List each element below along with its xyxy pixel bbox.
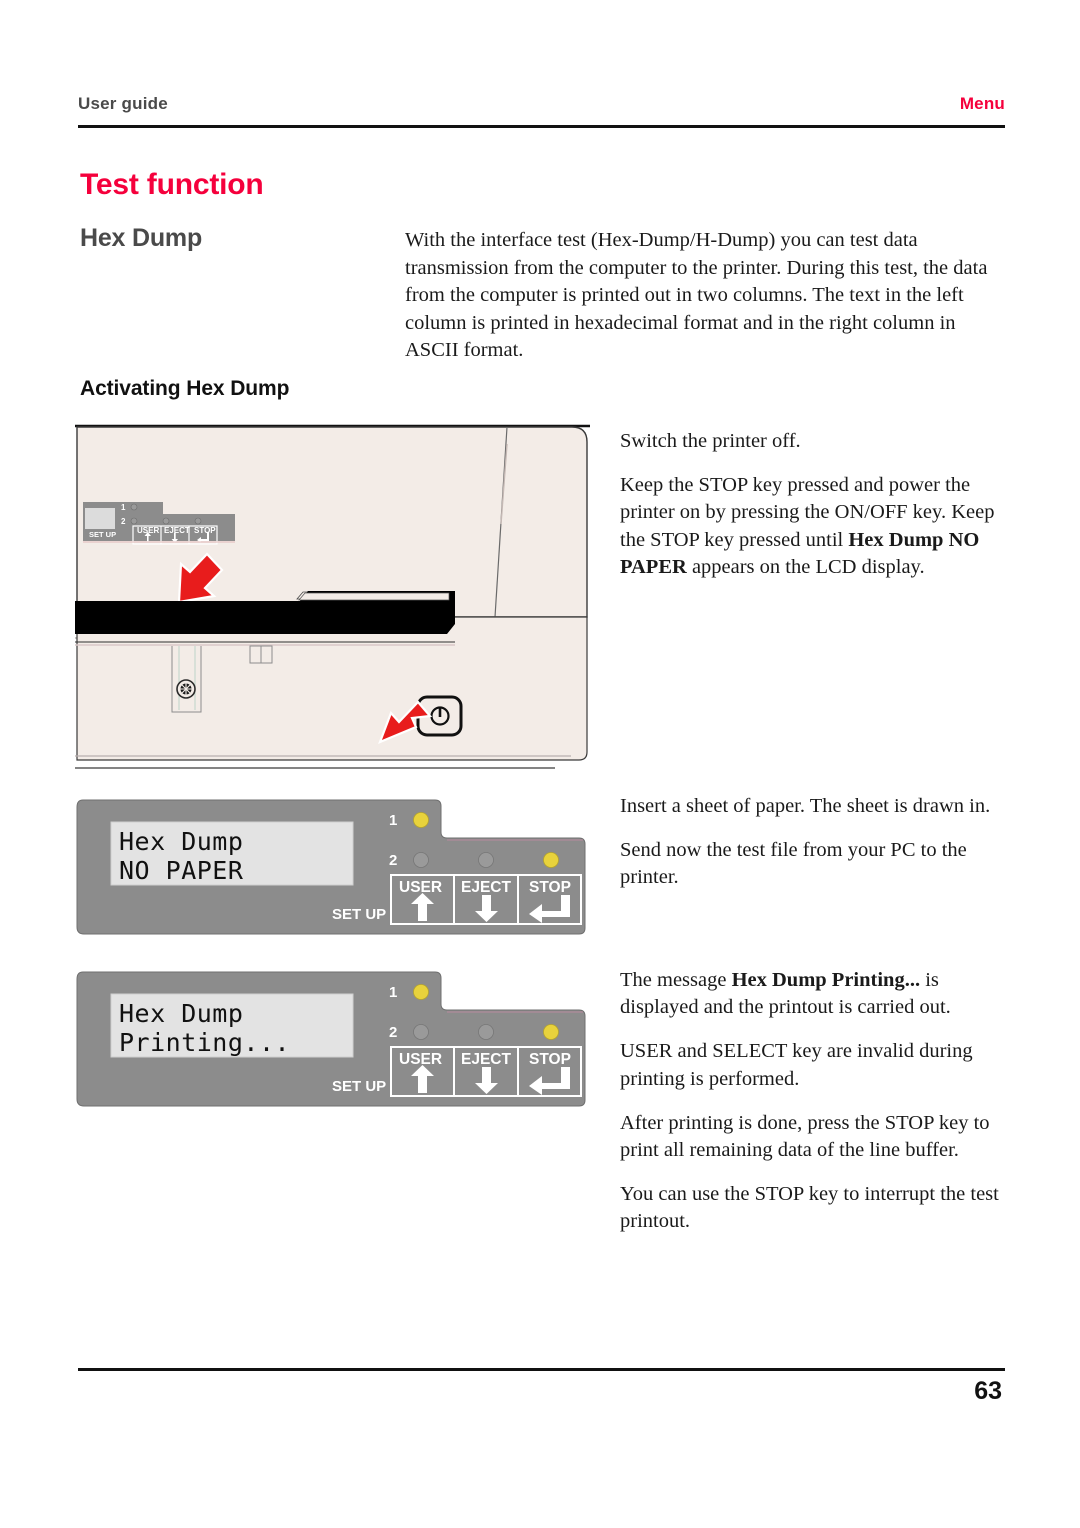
step-text-c-bold: Hex Dump Printing... <box>731 969 921 991</box>
key-stop-label: STOP <box>529 1051 571 1068</box>
paper-guide <box>171 646 202 713</box>
lcd-line-2: NO PAPER <box>119 856 244 885</box>
printer-setup-label: SET UP <box>89 530 116 539</box>
printer-key-stop: STOP <box>194 526 216 535</box>
led-eject <box>478 1024 494 1040</box>
printer-panel-lcd <box>85 508 115 529</box>
led-row-2-label: 2 <box>389 852 397 869</box>
printer-led-eject <box>162 517 170 525</box>
led-stop <box>543 852 559 868</box>
footer-rule <box>78 1368 1005 1371</box>
page-number: 63 <box>974 1377 1002 1405</box>
step-keep-stop-pressed: Keep the STOP key pressed and power the … <box>620 472 1010 581</box>
steps-group-a: Switch the printer off. Keep the STOP ke… <box>620 428 1010 598</box>
printer-led-stop <box>194 517 202 525</box>
key-eject-label: EJECT <box>461 1051 511 1068</box>
step-insert-sheet: Insert a sheet of paper. The sheet is dr… <box>620 795 991 817</box>
setup-label: SET UP <box>332 906 386 923</box>
printer-led-2 <box>130 517 138 525</box>
led-row-1-label: 1 <box>389 812 397 829</box>
lcd-line-1: Hex Dump <box>119 827 243 856</box>
step-message-printing: The message Hex Dump Printing... is disp… <box>620 967 1010 1021</box>
printer-led-row-1-label: 1 <box>121 503 126 512</box>
lcd-line-2: Printing... <box>119 1028 290 1057</box>
steps-group-c: The message Hex Dump Printing... is disp… <box>620 967 1010 1253</box>
printer-led-1 <box>130 503 138 511</box>
printer-led-row-2-label: 2 <box>121 517 126 526</box>
step-text-a-part2: appears on the LCD display. <box>686 555 925 578</box>
setup-label: SET UP <box>332 1078 386 1095</box>
led-stop <box>543 1024 559 1040</box>
subsection-heading: Activating Hex Dump <box>80 377 290 400</box>
printer-key-eject: EJECT <box>164 526 190 535</box>
led-eject <box>478 852 494 868</box>
printer-lower-shell <box>76 616 588 761</box>
operator-panel-printing: Hex Dump Printing... 1 2 SET UP USER EJE… <box>75 969 590 1112</box>
document-page: User guide Menu Test function Hex Dump W… <box>0 0 1080 1528</box>
step-switch-off: Switch the printer off. <box>620 430 801 452</box>
led-row-2-label: 2 <box>389 1024 397 1041</box>
header-rule <box>78 125 1005 128</box>
running-head-left: User guide <box>78 94 168 113</box>
running-head-menu-link[interactable]: Menu <box>960 94 1005 114</box>
page-title: Test function <box>80 168 264 201</box>
step-send-test-file: Send now the test file from your PC to t… <box>620 839 967 889</box>
step-keys-invalid: USER and SELECT key are invalid during p… <box>620 1040 973 1090</box>
section-heading: Hex Dump <box>80 224 203 252</box>
led-2 <box>413 852 429 868</box>
led-1 <box>413 812 429 828</box>
step-text-c-part1: The message <box>620 969 732 991</box>
steps-group-b: Insert a sheet of paper. The sheet is dr… <box>620 793 1010 909</box>
led-row-1-label: 1 <box>389 984 397 1001</box>
step-interrupt-test: You can use the STOP key to interrupt th… <box>620 1183 999 1233</box>
step-after-printing: After printing is done, press the STOP k… <box>620 1111 990 1162</box>
key-user-label: USER <box>399 879 442 896</box>
operator-panel-no-paper: Hex Dump NO PAPER 1 2 SET UP USER EJECT … <box>75 797 590 940</box>
led-2 <box>413 1024 429 1040</box>
key-eject-label: EJECT <box>461 879 511 896</box>
paper-slot-tab <box>249 645 273 664</box>
running-head: User guide Menu <box>78 94 1005 124</box>
lcd-line-1: Hex Dump <box>119 999 243 1028</box>
intro-paragraph: With the interface test (Hex-Dump/H-Dump… <box>405 229 988 361</box>
printer-illustration: 1 2 SET UP USER EJECT STOP <box>75 424 590 769</box>
key-stop-label: STOP <box>529 879 571 896</box>
led-1 <box>413 984 429 1000</box>
key-user-label: USER <box>399 1051 442 1068</box>
